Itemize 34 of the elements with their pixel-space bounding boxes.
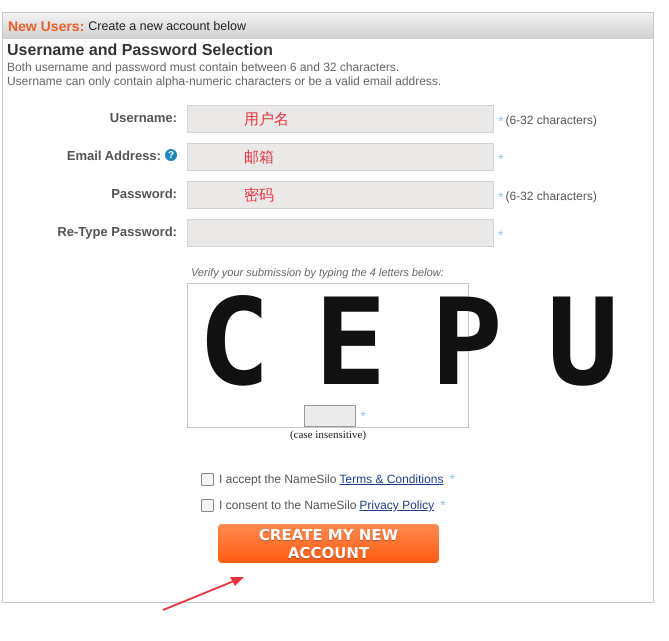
input-field[interactable] [187,219,494,247]
field-hint: (6-32 characters) [505,188,597,203]
field-label: Re-Type Password: [57,224,177,239]
required-mark: * [449,471,455,487]
agreement-text: I accept the NameSilo [219,472,336,486]
create-account-button[interactable]: CREATE MY NEW ACCOUNT [218,524,439,563]
required-mark: * [498,112,504,129]
header-accent: New Users: [8,18,84,34]
required-mark: * [440,497,446,513]
required-mark: * [360,408,366,424]
input-field[interactable]: 邮箱 [187,143,494,171]
input-field[interactable]: 用户名 [187,105,494,133]
agreement-link[interactable]: Terms & Conditions [339,472,444,486]
required-mark: * [498,150,504,167]
captcha-note: (case insensitive) [290,429,366,441]
field-label: Username: [110,110,177,125]
required-mark: * [498,226,504,243]
input-field[interactable]: 密码 [187,181,494,209]
agreement-link[interactable]: Privacy Policy [359,498,434,512]
field-label: Password: [111,186,177,201]
header-title: Create a new account below [88,19,246,33]
section-note: Both username and password must contain between 6 and 32 characters. [7,60,400,74]
required-mark: * [498,188,504,205]
captcha-prompt: Verify your submission by typing the 4 letters below: [191,267,445,279]
captcha-letters: CEPU [198,284,663,404]
help-icon[interactable]: ? [165,149,177,161]
captcha-input[interactable] [304,405,356,427]
field-label: Email Address: [66,148,161,163]
section-note: Username can only contain alpha-numeric characters or be a valid email address. [7,74,442,88]
checkbox[interactable] [201,472,214,486]
agreement-text: I consent to the NameSilo [219,498,356,512]
checkbox[interactable] [201,498,214,512]
field-hint: (6-32 characters) [505,112,597,127]
section-title: Username and Password Selection [7,42,274,60]
